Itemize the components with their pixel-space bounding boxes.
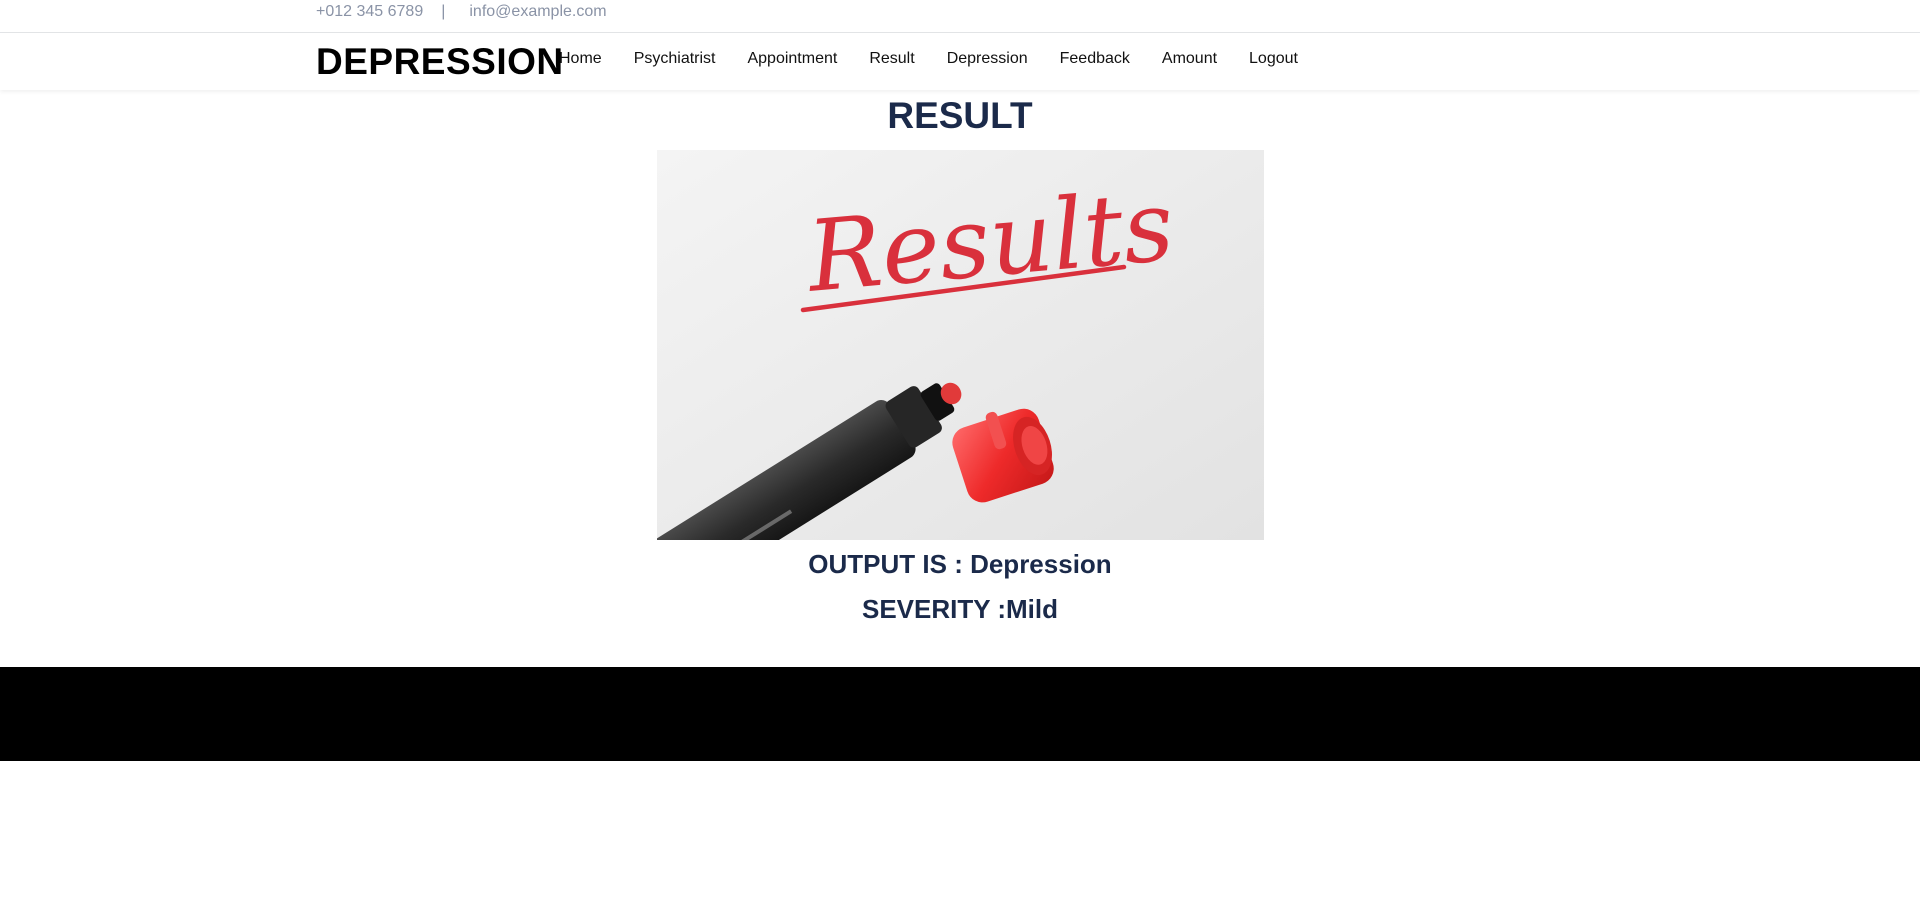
nav-link-depression[interactable]: Depression xyxy=(947,50,1028,67)
main-navbar: DEPRESSION Home Psychiatrist Appointment… xyxy=(0,33,1920,90)
page-title: RESULT xyxy=(887,95,1033,136)
top-contact-bar: +012 345 6789 | info@example.com xyxy=(0,0,1920,33)
phone-number: +012 345 6789 xyxy=(316,3,424,20)
page-footer xyxy=(0,667,1920,761)
nav-link-psychiatrist[interactable]: Psychiatrist xyxy=(634,50,716,67)
email-address: info@example.com xyxy=(469,3,607,20)
nav-link-feedback[interactable]: Feedback xyxy=(1060,50,1130,67)
output-result: OUTPUT IS : Depression xyxy=(808,549,1112,579)
results-illustration: Results xyxy=(656,150,1264,540)
nav-link-result[interactable]: Result xyxy=(869,50,914,67)
nav-link-logout[interactable]: Logout xyxy=(1249,50,1298,67)
severity-result: SEVERITY :Mild xyxy=(862,594,1058,624)
contact-info: +012 345 6789 | info@example.com xyxy=(316,3,607,21)
nav-link-appointment[interactable]: Appointment xyxy=(747,50,837,67)
result-section: RESULT Results OUTPUT IS: Depression SE… xyxy=(0,90,1920,630)
nav-link-home[interactable]: Home xyxy=(559,50,602,67)
nav-link-amount[interactable]: Amount xyxy=(1162,50,1217,67)
brand-logo[interactable]: DEPRESSION xyxy=(316,41,564,83)
contact-separator: | xyxy=(441,3,446,20)
nav-menu: Home Psychiatrist Appointment Result Dep… xyxy=(543,50,1314,68)
